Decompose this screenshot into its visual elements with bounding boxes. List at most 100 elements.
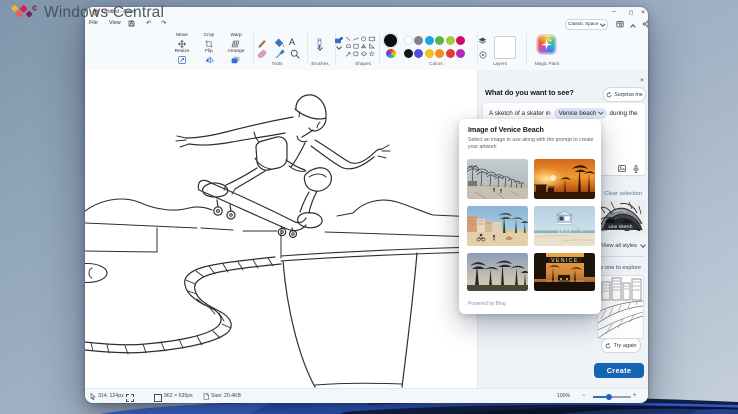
panel-heading: What do you want to see? (485, 88, 574, 97)
style-tag: Line Sketch (596, 215, 645, 233)
color-wheel-icon[interactable] (386, 49, 396, 59)
fill-tool-icon[interactable] (274, 38, 285, 48)
logo-letter: c (32, 3, 37, 13)
view-all-styles-link[interactable]: View all styles (593, 243, 648, 249)
current-color-swatch[interactable] (384, 34, 397, 47)
popup-subtitle: Select an image to use along with the pr… (468, 137, 598, 151)
crop-label: Crop (198, 33, 220, 38)
shapes-grid[interactable] (345, 36, 376, 58)
prompt-suffix: during the (610, 110, 638, 117)
palette-color-r1-2[interactable] (414, 36, 423, 45)
flip-icon[interactable] (205, 56, 214, 64)
prompt-text: A sketch of a skater in Venice beach dur… (489, 108, 638, 119)
palette-color-r1-5[interactable] (446, 36, 455, 45)
zoom-slider[interactable] (593, 396, 631, 398)
colors-group-label: Colors (416, 61, 456, 66)
location-pill-label: Venice beach (559, 110, 597, 117)
ribbon-toolbar: Move Crop Warp Resize Flip A (85, 29, 648, 71)
resize-label: Resize (170, 49, 194, 54)
popup-image-grid: VENICE (467, 159, 595, 291)
palette-color-r2-4[interactable] (435, 49, 444, 58)
style-selector-label: Classic Space (568, 22, 598, 27)
toolbar-separator (307, 33, 308, 64)
eraser-tool-icon[interactable] (257, 49, 267, 58)
venice-image-option-6[interactable]: VENICE (534, 253, 595, 291)
shapes-dropdown-icon[interactable] (336, 44, 342, 50)
move-icon[interactable] (178, 40, 186, 48)
generated-sketch-thumbnail[interactable] (597, 275, 644, 339)
close-button[interactable]: × (636, 7, 648, 18)
selected-style-card[interactable]: Line Sketch (596, 200, 645, 235)
venice-image-option-3[interactable] (467, 206, 528, 246)
add-image-icon[interactable] (618, 165, 626, 172)
zoom-level-value: 100% (557, 393, 570, 399)
canvas-size-icon (154, 394, 162, 402)
layer-target-icon[interactable] (479, 51, 487, 59)
title-bar: Untitled - Paint − ▢ × (85, 7, 648, 18)
layer-thumbnail[interactable] (494, 36, 516, 59)
brushes-group-label: Brushes (300, 61, 340, 66)
palette-color-r2-5[interactable] (446, 49, 455, 58)
skater-sketch (85, 70, 477, 388)
thumb-lifeguard-tower-art (534, 206, 595, 246)
magic-paint-icon[interactable] (537, 35, 556, 54)
design-gallery-icon[interactable] (616, 20, 624, 28)
canvas-size-value: 962 × 635px (164, 393, 193, 399)
palette-color-r1-1[interactable] (404, 36, 413, 45)
color-picker-tool-icon[interactable] (275, 49, 285, 59)
file-size-icon (203, 393, 209, 400)
zoom-out-button[interactable]: − (582, 393, 586, 399)
status-bar: 314, 124px 962 × 635px Size: 20.4KB 100%… (85, 388, 648, 403)
warp-label: Warp (224, 33, 248, 38)
palette-color-r2-2[interactable] (414, 49, 423, 58)
pencil-tool-icon[interactable] (257, 38, 267, 48)
palette-color-r2-6[interactable] (456, 49, 465, 58)
drawing-canvas[interactable] (85, 70, 477, 388)
move-label: Move (171, 33, 193, 38)
minimize-button[interactable]: − (607, 7, 621, 18)
surprise-me-label: Surprise me (614, 92, 643, 98)
venice-image-option-2[interactable] (534, 159, 595, 199)
arrange-icon[interactable] (231, 56, 240, 64)
resize-icon[interactable] (178, 56, 186, 64)
venice-image-option-4[interactable] (534, 206, 595, 246)
palette-color-r1-4[interactable] (435, 36, 444, 45)
zoom-in-button[interactable]: + (633, 393, 637, 399)
toolbar-separator (379, 33, 380, 64)
crop-icon[interactable] (205, 40, 213, 48)
popup-footer: Powered by Bing (468, 301, 506, 307)
warp-icon[interactable] (231, 40, 240, 48)
thumb-venice-sign-art: VENICE (534, 253, 595, 291)
venice-image-option-5[interactable] (467, 253, 528, 291)
panel-close-icon[interactable]: × (637, 76, 647, 86)
create-button[interactable]: Create (594, 363, 644, 378)
magnifier-tool-icon[interactable] (290, 49, 300, 59)
cursor-position-icon (90, 393, 96, 400)
share-icon[interactable] (642, 20, 648, 28)
palette-color-r2-3[interactable] (425, 49, 434, 58)
file-size-value: Size: 20.4KB (211, 393, 241, 399)
layers-stack-icon[interactable] (478, 37, 487, 45)
palette-color-r1-6[interactable] (456, 36, 465, 45)
surprise-me-button[interactable]: Surprise me (603, 87, 646, 102)
popup-title: Image of Venice Beach (468, 125, 544, 134)
text-tool-icon[interactable]: A (289, 37, 295, 47)
toolbar-separator (253, 33, 254, 64)
palette-color-r2-1[interactable] (404, 49, 413, 58)
thumb-boardwalk-art (467, 159, 528, 199)
venice-image-option-1[interactable] (467, 159, 528, 199)
zoom-slider-thumb[interactable] (606, 394, 612, 400)
microphone-icon[interactable] (633, 165, 639, 173)
try-again-button[interactable]: Try again (601, 338, 641, 353)
view-all-styles-label: View all styles (601, 243, 637, 249)
desktop: { "watermark": { "text": "Windows Centra… (0, 0, 738, 414)
thumb-sunset-art (534, 159, 595, 199)
shapes-group-label: Shapes (343, 61, 383, 66)
palette-color-r1-3[interactable] (425, 36, 434, 45)
location-pill[interactable]: Venice beach (554, 108, 607, 119)
surprise-refresh-icon (606, 92, 612, 98)
pill-chevron-icon (598, 109, 603, 114)
image-picker-popup: Image of Venice Beach Select an image to… (459, 119, 601, 314)
flip-label: Flip (199, 49, 219, 54)
selection-size-icon (126, 394, 134, 402)
